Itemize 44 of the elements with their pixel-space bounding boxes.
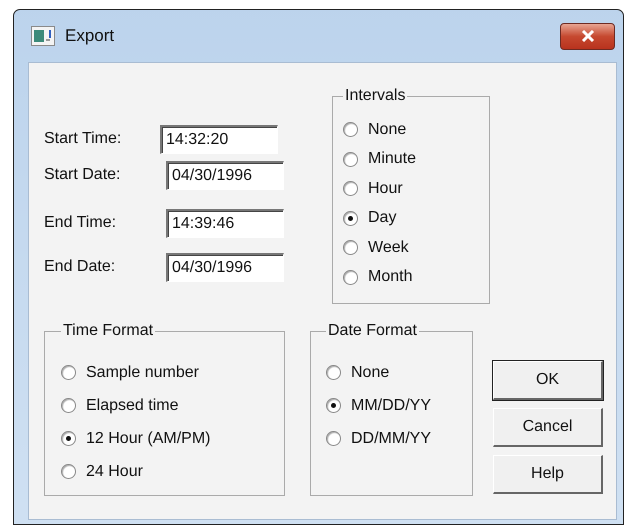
radio-button[interactable] [326,398,341,413]
option-label: 24 Hour [86,462,143,480]
option-label: MM/DD/YY [351,396,431,414]
field-label: Start Time: [44,130,122,148]
group-title: Time Format [62,322,154,340]
option-label: Day [368,209,396,228]
radio-button[interactable] [343,152,358,167]
option-label: Elapsed time [86,396,178,414]
option-label: 12 Hour (AM/PM) [86,430,210,448]
radio-button[interactable] [326,431,341,446]
group-title: Date Format [327,322,418,340]
input-field[interactable]: 14:39:46 [166,208,284,238]
dialog-button[interactable]: OK [493,361,603,400]
close-icon [580,30,596,42]
radio-button[interactable] [61,464,76,479]
radio-button[interactable] [61,431,76,446]
dialog-button[interactable]: Help [493,455,603,494]
option-label: Month [368,268,412,286]
radio-button[interactable] [326,365,341,380]
option-label: None [351,364,390,382]
field-label: End Time: [44,214,118,232]
input-field[interactable]: 04/30/1996 [166,252,284,282]
dialog-button[interactable]: Cancel [493,408,603,447]
field-label: End Date: [44,258,116,276]
input-field[interactable]: 04/30/1996 [166,160,284,190]
field-label: Start Date: [44,166,122,184]
option-label: Minute [368,150,416,168]
option-label: Week [368,238,409,257]
radio-button[interactable] [343,181,358,196]
group-title: Intervals [344,87,406,105]
option-label: DD/MM/YY [351,430,431,448]
option-label: Sample number [86,364,199,382]
radio-button[interactable] [343,210,358,226]
close-button[interactable] [560,22,615,50]
input-field[interactable]: 14:32:20 [160,124,278,154]
radio-button[interactable] [343,240,358,256]
radio-button[interactable] [61,365,76,380]
option-label: None [368,120,406,139]
option-label: Hour [368,180,403,198]
app-icon [31,26,55,46]
radio-button[interactable] [61,398,76,413]
window-title: Export [65,26,114,46]
radio-button[interactable] [343,270,358,285]
radio-button[interactable] [343,122,358,138]
